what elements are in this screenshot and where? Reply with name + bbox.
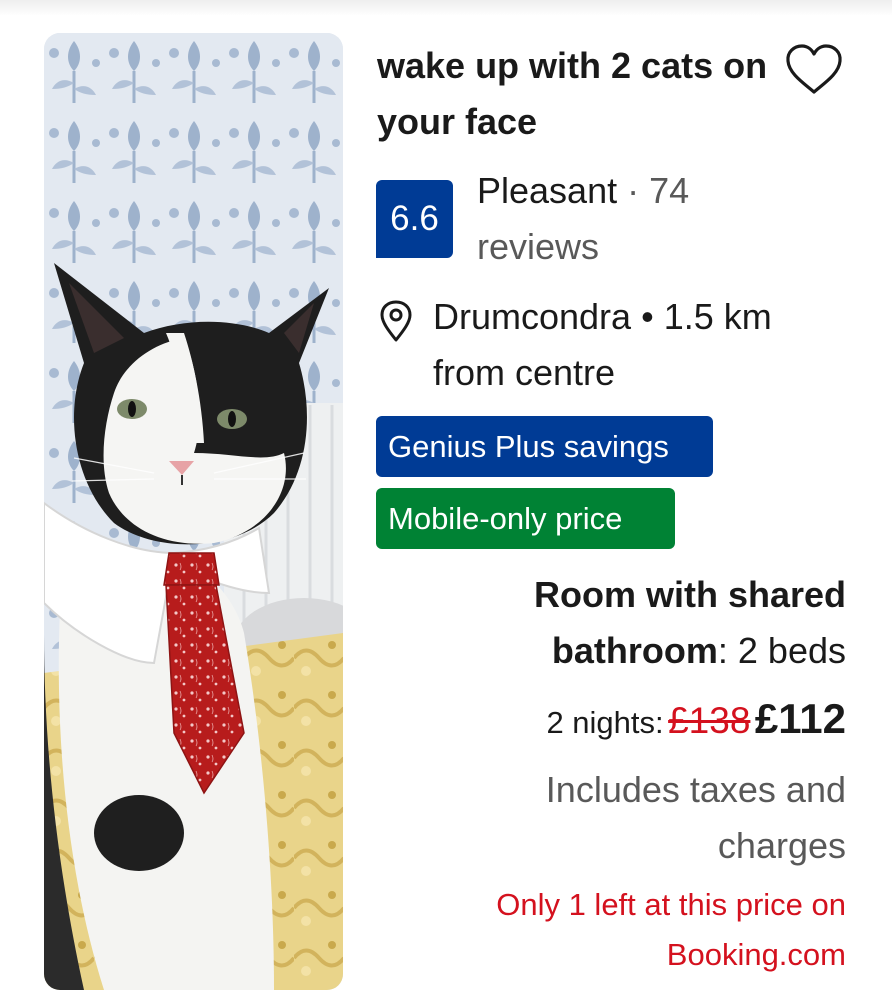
- favorite-button[interactable]: [783, 42, 845, 98]
- heart-outline-icon: [786, 44, 842, 94]
- review-summary[interactable]: Pleasant · 74 reviews: [477, 163, 777, 275]
- original-price: £138: [668, 700, 751, 741]
- map-pin-icon: [380, 300, 412, 342]
- nights-label: 2 nights:: [546, 705, 664, 740]
- location-info[interactable]: Drumcondra • 1.5 km from centre: [433, 289, 843, 401]
- mobile-only-price-badge: Mobile-only price: [376, 488, 675, 549]
- top-edge-shadow: [0, 0, 892, 16]
- review-score-badge: 6.6: [376, 180, 453, 258]
- location-area: Drumcondra: [433, 296, 632, 337]
- location-separator: •: [641, 296, 654, 337]
- review-count-label: reviews: [477, 226, 600, 267]
- genius-plus-badge: Genius Plus savings: [376, 416, 713, 477]
- review-count: 74: [649, 170, 690, 211]
- review-word: Pleasant: [477, 170, 618, 211]
- price-line: 2 nights: £138 £112: [426, 695, 846, 743]
- current-price: £112: [754, 695, 846, 742]
- review-separator: ·: [627, 170, 640, 211]
- listing-title[interactable]: wake up with 2 cats on your face: [377, 38, 769, 150]
- taxes-note: Includes taxes and charges: [545, 769, 846, 866]
- room-beds: : 2 beds: [717, 630, 846, 671]
- urgency-message: Only 1 left at this price on Booking.com: [496, 887, 846, 972]
- room-info: Room with shared bathroom: 2 beds: [426, 567, 846, 679]
- property-photo[interactable]: [44, 33, 343, 990]
